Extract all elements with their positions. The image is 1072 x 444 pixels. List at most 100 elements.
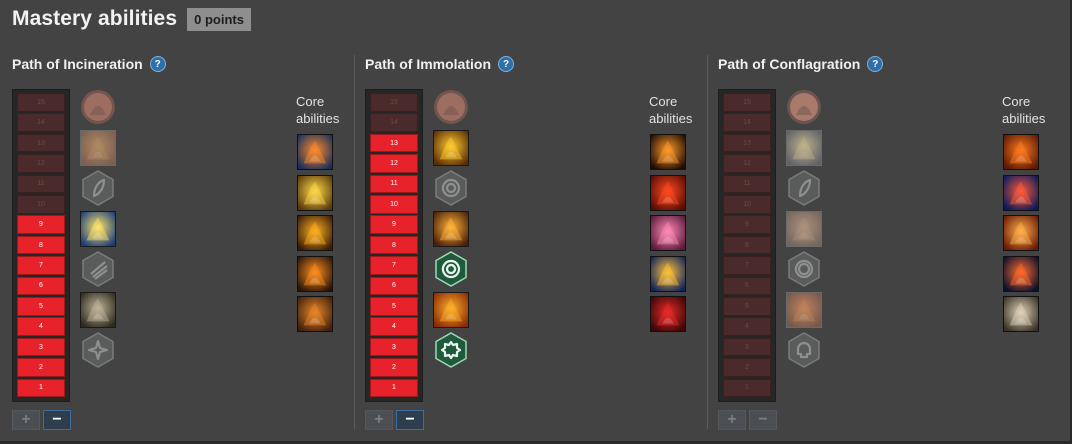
point-segment[interactable]: 10 [17, 195, 65, 214]
demon-mask-icon[interactable] [80, 291, 116, 328]
burning-figure-icon[interactable] [650, 134, 686, 170]
point-segment[interactable]: 11 [370, 174, 418, 194]
skeleton-icon[interactable] [1003, 296, 1039, 332]
sun-burst-icon[interactable] [80, 210, 116, 247]
tactic-leaf-icon[interactable] [786, 170, 822, 206]
point-buttons: + − [12, 410, 74, 430]
path-title: Path of Immolation ? [365, 56, 514, 72]
falling-meteor-icon[interactable] [1003, 255, 1039, 292]
fire-burst-icon[interactable] [433, 210, 469, 247]
fire-demon-face-icon[interactable] [433, 89, 469, 125]
point-segment[interactable]: 4 [17, 317, 65, 336]
point-segment[interactable]: 2 [370, 358, 418, 377]
fire-ring-icon[interactable] [650, 174, 686, 211]
point-segment[interactable]: 8 [723, 235, 771, 255]
point-segment[interactable]: 9 [723, 215, 771, 234]
tactic-ring-icon[interactable] [786, 251, 822, 287]
red-beam-icon[interactable] [1003, 174, 1039, 211]
fire-spirit-icon[interactable] [80, 129, 116, 166]
point-segment[interactable]: 5 [17, 297, 65, 316]
tactic-star-icon[interactable] [80, 332, 116, 368]
tactic-wing-icon[interactable] [80, 251, 116, 287]
point-segment[interactable]: 6 [723, 276, 771, 296]
point-segment[interactable]: 3 [723, 337, 771, 357]
tactic-swirl-icon[interactable] [433, 251, 469, 287]
point-segment[interactable]: 3 [17, 337, 65, 357]
fire-serpent-icon[interactable] [433, 129, 469, 166]
point-segment[interactable]: 6 [370, 276, 418, 296]
point-segment[interactable]: 12 [17, 154, 65, 173]
point-segment[interactable]: 15 [17, 93, 65, 112]
help-icon[interactable]: ? [149, 56, 166, 72]
fire-pillar-icon[interactable] [297, 255, 333, 292]
red-hooded-figure-icon[interactable] [650, 296, 686, 332]
path-name: Path of Incineration [12, 56, 143, 72]
remove-point-button[interactable]: − [43, 410, 71, 430]
tactic-leaf-icon[interactable] [80, 170, 116, 206]
point-segment[interactable]: 15 [370, 93, 418, 112]
remove-point-button[interactable]: − [749, 410, 777, 430]
point-segment[interactable]: 13 [17, 133, 65, 153]
burning-blade-icon[interactable] [297, 296, 333, 332]
fire-wisp-icon[interactable] [786, 210, 822, 247]
point-segment[interactable]: 15 [723, 93, 771, 112]
point-segment[interactable]: 1 [17, 378, 65, 398]
flaming-sword-icon[interactable] [297, 215, 333, 251]
help-icon[interactable]: ? [867, 56, 884, 72]
point-segment[interactable]: 3 [370, 337, 418, 357]
mastery-panel: Mastery abilities 0 points Path of Incin… [0, 0, 1072, 444]
point-segment[interactable]: 7 [370, 256, 418, 275]
point-segment[interactable]: 4 [723, 317, 771, 336]
fire-wave-icon[interactable] [1003, 134, 1039, 170]
comet-fireball-icon[interactable] [297, 134, 333, 170]
point-segment[interactable]: 7 [17, 256, 65, 275]
fire-demon-face-icon[interactable] [80, 89, 116, 125]
point-segment[interactable]: 6 [17, 276, 65, 296]
point-segment[interactable]: 1 [370, 378, 418, 398]
point-segment[interactable]: 8 [17, 235, 65, 255]
path-column: Path of Immolation ? 15 14 13 12 11 10 9 8 7 6 5 4 3… [365, 54, 710, 434]
fire-column-icon[interactable] [786, 89, 822, 125]
point-segment[interactable]: 10 [723, 195, 771, 214]
point-segment[interactable]: 14 [370, 113, 418, 132]
fire-mage-icon[interactable] [1003, 215, 1039, 251]
point-segment[interactable]: 14 [17, 113, 65, 132]
point-segment[interactable]: 5 [370, 297, 418, 316]
fire-face-icon[interactable] [433, 291, 469, 328]
point-segment[interactable]: 5 [723, 297, 771, 316]
flower-burst-icon[interactable] [650, 215, 686, 251]
point-segment[interactable]: 10 [370, 195, 418, 214]
point-segment[interactable]: 13 [723, 133, 771, 153]
shield-lock-icon[interactable] [650, 255, 686, 292]
point-segment[interactable]: 11 [723, 174, 771, 194]
points-tracker: 15 14 13 12 11 10 9 8 7 6 5 4 3 2 1 [365, 89, 423, 402]
point-segment[interactable]: 2 [17, 358, 65, 377]
fire-wave-icon[interactable] [786, 291, 822, 328]
point-segment[interactable]: 1 [723, 378, 771, 398]
point-segment[interactable]: 9 [17, 215, 65, 234]
lightning-tree-icon[interactable] [297, 174, 333, 211]
point-segment[interactable]: 9 [370, 215, 418, 234]
add-point-button[interactable]: + [12, 410, 40, 430]
point-segment[interactable]: 4 [370, 317, 418, 336]
path-title: Path of Conflagration ? [718, 56, 884, 72]
help-icon[interactable]: ? [498, 56, 514, 72]
tactic-gear-icon[interactable] [433, 332, 469, 368]
point-segment[interactable]: 7 [723, 256, 771, 275]
point-segment[interactable]: 12 [723, 154, 771, 173]
add-point-button[interactable]: + [365, 410, 393, 430]
point-segment[interactable]: 11 [17, 174, 65, 194]
tactic-skull-icon[interactable] [786, 332, 822, 368]
point-segment[interactable]: 12 [370, 154, 418, 173]
remove-point-button[interactable]: − [396, 410, 424, 430]
point-segment[interactable]: 8 [370, 235, 418, 255]
tactic-circle-icon[interactable] [433, 170, 469, 206]
point-segment[interactable]: 2 [723, 358, 771, 377]
point-segment[interactable]: 14 [723, 113, 771, 132]
path-name: Path of Conflagration [718, 56, 861, 72]
point-segment[interactable]: 13 [370, 133, 418, 153]
path-name: Path of Immolation [365, 56, 491, 72]
points-badge: 0 points [187, 7, 251, 31]
flare-icon[interactable] [786, 129, 822, 166]
add-point-button[interactable]: + [718, 410, 746, 430]
